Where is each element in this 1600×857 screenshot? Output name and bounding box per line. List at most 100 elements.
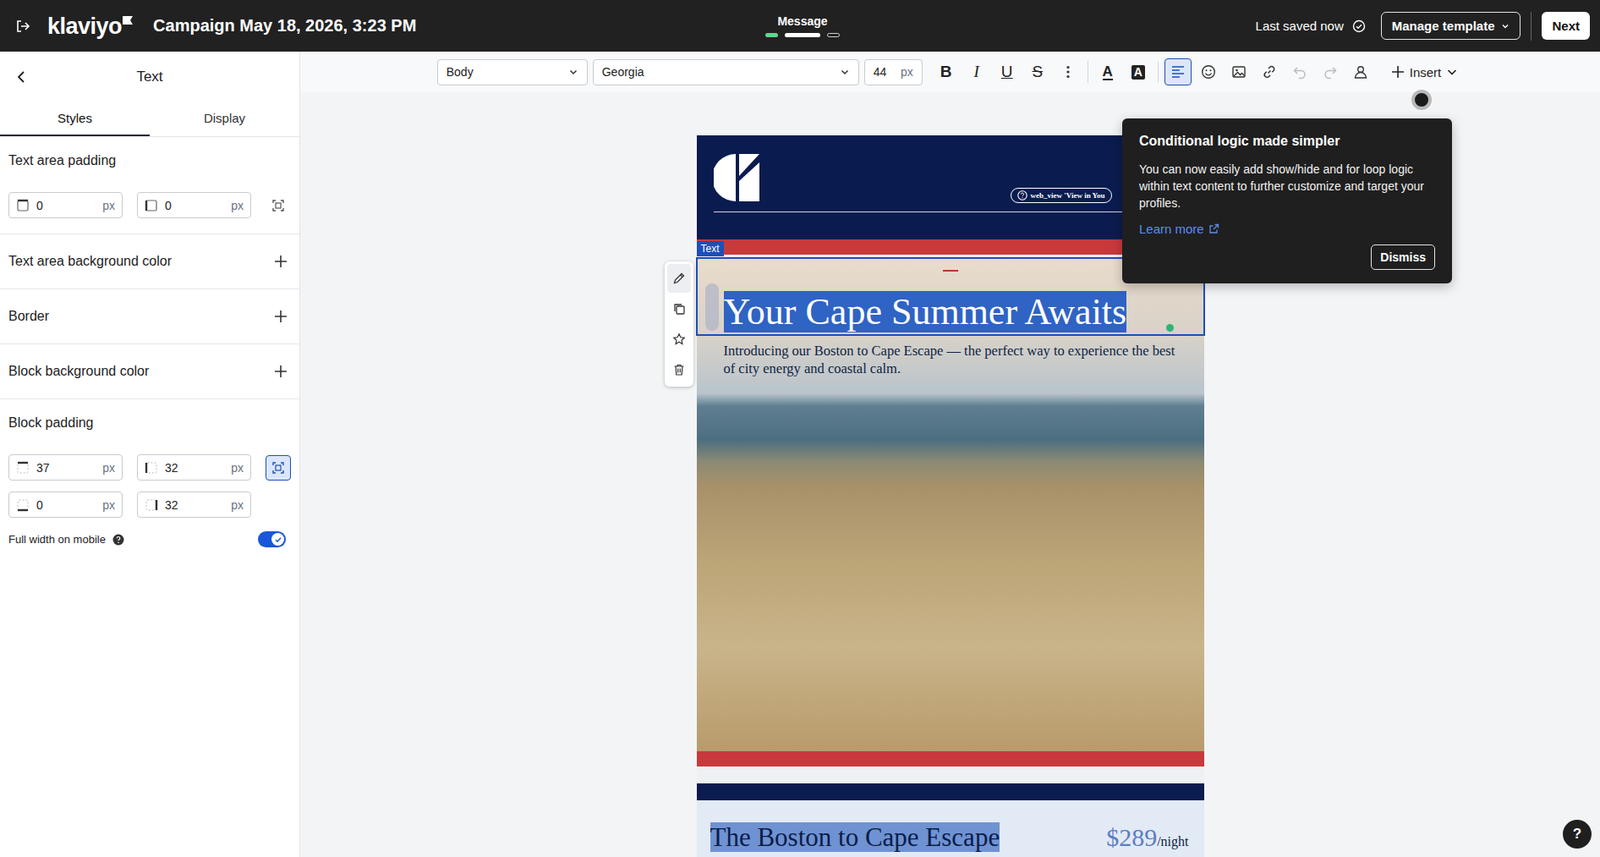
bold-button[interactable]: B xyxy=(932,58,960,86)
step-bar[interactable] xyxy=(827,32,840,38)
add-style-row[interactable]: Text area background color xyxy=(0,234,300,290)
tooltip-beacon[interactable] xyxy=(1411,89,1432,110)
hero-subtitle[interactable]: Introducing our Boston to Cape Escape — … xyxy=(696,334,1205,384)
chevron-down-icon xyxy=(568,66,579,77)
person-icon xyxy=(1353,64,1369,80)
help-icon[interactable] xyxy=(112,533,125,546)
right-padding-icon xyxy=(144,498,159,512)
padding-input[interactable]: 0px xyxy=(8,191,123,219)
app-root: klaviyo Campaign May 18, 2026, 3:23 PM Mes… xyxy=(0,0,1600,857)
copy-icon xyxy=(672,301,686,316)
add-style-row[interactable]: Border xyxy=(0,289,300,345)
italic-button[interactable]: I xyxy=(963,58,991,86)
panel-tab[interactable]: Styles xyxy=(0,102,150,137)
external-link-icon xyxy=(1208,223,1220,235)
star-icon xyxy=(672,332,686,346)
chevron-down-icon xyxy=(1501,21,1510,31)
link-button[interactable] xyxy=(1255,58,1283,86)
save-block-button[interactable] xyxy=(667,324,691,354)
campaign-title[interactable]: Campaign May 18, 2026, 3:23 PM xyxy=(153,16,417,36)
step-bar[interactable] xyxy=(765,32,779,38)
redo-button[interactable] xyxy=(1316,58,1344,86)
tooltip-title: Conditional logic made simpler xyxy=(1139,133,1436,149)
tooltip-body: You can now easily add show/hide and for… xyxy=(1139,160,1436,212)
text-color-button[interactable]: A xyxy=(1094,58,1122,86)
undo-button[interactable] xyxy=(1286,58,1314,86)
redo-icon xyxy=(1322,64,1338,80)
dismiss-button[interactable]: Dismiss xyxy=(1370,244,1436,270)
link-icon xyxy=(1261,64,1277,80)
section-title: Text area background color xyxy=(8,252,172,270)
help-button[interactable]: ? xyxy=(1562,819,1592,849)
plus-icon[interactable] xyxy=(273,254,288,269)
feature-tooltip: Conditional logic made simpler You can no… xyxy=(1122,118,1453,284)
hero-heading[interactable]: Your Cape Summer Awaits xyxy=(723,290,1178,333)
style-select[interactable]: Body xyxy=(437,59,588,86)
resize-handle[interactable] xyxy=(1166,323,1174,332)
next-button[interactable]: Next xyxy=(1541,11,1590,40)
hero-image: TextYour Cape Summer AwaitsIntroducing o… xyxy=(696,257,1205,751)
check-circle-icon xyxy=(1352,19,1366,33)
emoji-icon xyxy=(1200,64,1217,80)
klaviyo-logo[interactable]: klaviyo xyxy=(47,13,133,39)
help-circle-icon xyxy=(1017,190,1028,201)
offer-price[interactable]: $289/night xyxy=(1106,822,1189,852)
block-actions xyxy=(664,261,694,387)
step-bar[interactable] xyxy=(784,32,821,38)
font-size-input[interactable]: 44px xyxy=(864,59,923,86)
edit-button[interactable] xyxy=(667,263,691,293)
padding-input[interactable]: 32px xyxy=(136,491,252,518)
padding-input[interactable]: 0px xyxy=(8,491,123,518)
highlight-button[interactable]: A xyxy=(1124,58,1152,86)
link-padding-button[interactable] xyxy=(265,454,291,481)
delete-button[interactable] xyxy=(667,355,691,384)
link-padding-button[interactable] xyxy=(265,192,291,219)
align-left-icon xyxy=(1170,64,1186,80)
panel-tabs: StylesDisplay xyxy=(0,102,300,137)
section-title: Border xyxy=(8,307,50,325)
panel-tab[interactable]: Display xyxy=(149,102,300,137)
manage-template-button[interactable]: Manage template xyxy=(1380,11,1522,40)
plus-icon[interactable] xyxy=(273,309,288,324)
navy-stripe xyxy=(696,783,1205,800)
add-style-row[interactable]: Block background color xyxy=(0,344,300,400)
view-in-browser-link[interactable]: web_view 'View in You xyxy=(1010,187,1113,203)
back-arrow-icon[interactable] xyxy=(15,70,29,84)
step-indicator: Message xyxy=(765,14,840,38)
padding-input[interactable]: 32px xyxy=(136,454,252,481)
personalize-button[interactable] xyxy=(1347,58,1375,86)
section-title: Block background color xyxy=(8,362,149,380)
chevron-down-icon xyxy=(839,66,850,77)
align-left-button[interactable] xyxy=(1164,58,1192,86)
text-toolbar: BodyGeorgia44px BIUS AA Insert xyxy=(300,51,1600,93)
emoji-button[interactable] xyxy=(1194,58,1222,86)
plus-icon[interactable] xyxy=(273,364,288,379)
more-button[interactable] xyxy=(1054,58,1082,86)
drag-handle[interactable] xyxy=(705,283,719,331)
flag-icon xyxy=(122,16,133,25)
exit-icon[interactable] xyxy=(15,18,31,34)
offer-title[interactable]: The Boston to Cape Escape xyxy=(710,821,1001,853)
full-width-toggle[interactable] xyxy=(257,531,286,548)
learn-more-link[interactable]: Learn more xyxy=(1139,221,1436,236)
link-sides-icon xyxy=(270,197,286,214)
red-stripe xyxy=(696,750,1205,767)
padding-input[interactable]: 37px xyxy=(8,454,123,481)
duplicate-button[interactable] xyxy=(667,294,691,324)
padding-input[interactable]: 0px xyxy=(136,191,252,219)
section-title: Block padding xyxy=(8,414,291,432)
brand-logo-icon xyxy=(713,152,762,203)
strike-button[interactable]: S xyxy=(1024,58,1052,86)
divider xyxy=(1530,11,1532,41)
pencil-icon xyxy=(672,271,686,285)
insert-button[interactable]: Insert xyxy=(1386,64,1464,81)
offer-section[interactable]: The Boston to Cape Escape $289/night xyxy=(696,800,1205,857)
section-title: Text area padding xyxy=(8,152,291,170)
image-button[interactable] xyxy=(1225,58,1253,86)
highlight-glyph: A xyxy=(1131,65,1146,80)
side-panel: TextStylesDisplayText area padding0px0px… xyxy=(0,51,301,857)
image-icon xyxy=(1231,64,1247,80)
underline-button[interactable]: U xyxy=(993,58,1021,86)
trash-icon xyxy=(672,362,686,377)
font-select[interactable]: Georgia xyxy=(592,59,860,86)
